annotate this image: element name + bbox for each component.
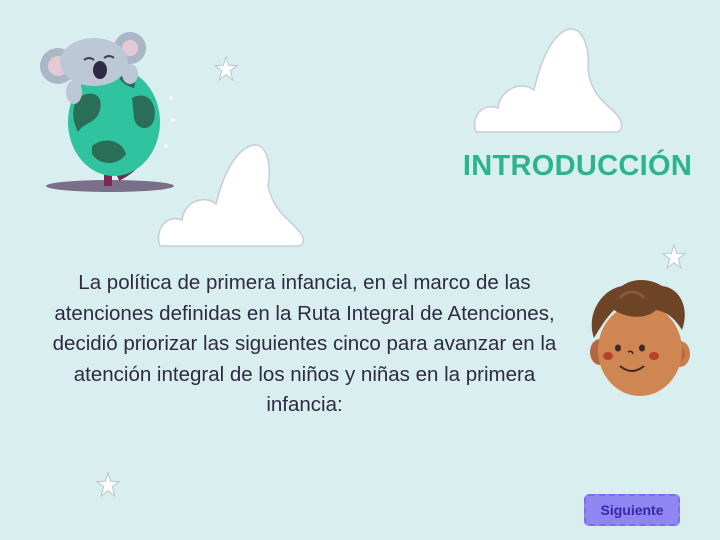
page-title: INTRODUCCIÓN (462, 150, 693, 182)
star-icon (96, 472, 120, 498)
star-icon (662, 244, 686, 270)
cloud-icon (157, 144, 304, 247)
star-icon (214, 56, 238, 82)
slide: INTRODUCCIÓN La política de primera infa… (0, 0, 720, 540)
boy-face-illustration (590, 280, 690, 396)
next-button[interactable]: Siguiente (584, 494, 680, 526)
intro-paragraph: La política de primera infancia, en el m… (52, 271, 557, 416)
cloud-icon (473, 28, 623, 133)
